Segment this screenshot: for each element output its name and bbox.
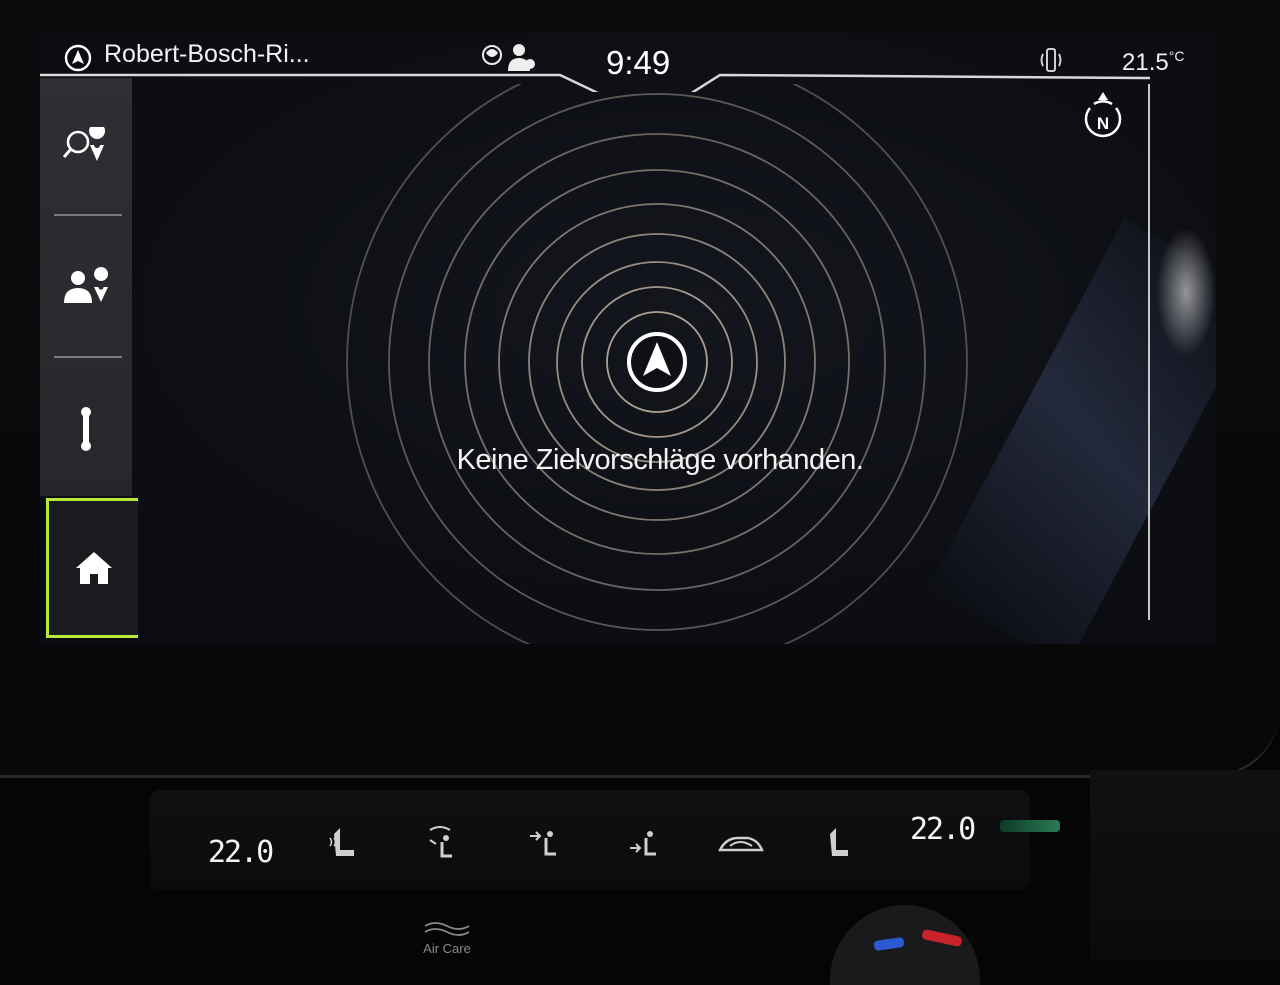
status-icons bbox=[480, 41, 540, 75]
temperature-knob[interactable] bbox=[830, 905, 980, 985]
user-profile-icon bbox=[508, 44, 535, 71]
status-led bbox=[1000, 820, 1060, 832]
outside-temperature-value: 21.5 bbox=[1122, 49, 1169, 76]
no-suggestions-message: Keine Zielvorschläge vorhanden. bbox=[456, 444, 864, 476]
search-destination-icon bbox=[62, 127, 105, 161]
airflow-lower-icon bbox=[630, 831, 656, 856]
car-recirculation-icon bbox=[718, 836, 764, 852]
seat-heating-icon bbox=[329, 828, 354, 856]
home-button[interactable] bbox=[46, 498, 138, 638]
outside-temperature-unit: °C bbox=[1168, 48, 1185, 64]
search-destination-button[interactable] bbox=[40, 78, 132, 216]
sidebar-divider bbox=[54, 356, 122, 358]
seat-heating-right-button[interactable] bbox=[816, 820, 866, 870]
airflow-lower-button[interactable] bbox=[618, 820, 668, 870]
status-bar: Robert-Bosch-Ri... 9:49 21.5°C bbox=[40, 32, 1216, 92]
globe-icon bbox=[482, 45, 502, 65]
air-care-icon bbox=[424, 922, 470, 936]
right-temperature[interactable]: 22.0 bbox=[910, 812, 976, 847]
seat-heating-left-button[interactable] bbox=[318, 820, 368, 870]
compass-label: N bbox=[1097, 114, 1109, 133]
airflow-upper-button[interactable] bbox=[518, 820, 568, 870]
air-care-button[interactable]: Air Care bbox=[415, 920, 479, 956]
position-rings bbox=[346, 84, 968, 644]
navigation-arrow-icon bbox=[64, 44, 92, 72]
climate-panel: 22.0 22.0 bbox=[150, 790, 1030, 890]
air-care-label: Air Care bbox=[423, 941, 471, 956]
air-recirculation-button[interactable] bbox=[716, 820, 766, 870]
airflow-windshield-icon bbox=[429, 826, 452, 858]
current-location-label: Robert-Bosch-Ri... bbox=[104, 40, 310, 68]
screen-glare-highlight bbox=[1156, 227, 1216, 357]
infotainment-screen: Robert-Bosch-Ri... 9:49 21.5°C N Keine Z… bbox=[40, 32, 1216, 644]
contact-destination-button[interactable] bbox=[40, 218, 132, 356]
windshield-defrost-button[interactable] bbox=[416, 820, 466, 870]
route-button[interactable] bbox=[40, 360, 132, 498]
wireless-charging-icon bbox=[1040, 46, 1062, 74]
outside-temperature: 21.5°C bbox=[1122, 48, 1184, 77]
home-icon bbox=[75, 552, 112, 584]
seat-heating-right-icon bbox=[830, 828, 848, 856]
route-icon bbox=[81, 407, 91, 451]
nav-sidebar bbox=[40, 78, 132, 496]
clock: 9:49 bbox=[606, 44, 671, 81]
contact-destination-icon bbox=[64, 267, 109, 303]
airflow-upper-icon bbox=[530, 831, 556, 856]
current-position-icon bbox=[627, 332, 687, 392]
knob-hot-marker bbox=[921, 928, 963, 948]
knob-cold-marker bbox=[873, 936, 905, 952]
screen-right-divider bbox=[1148, 84, 1150, 620]
dashboard-trim bbox=[1090, 770, 1280, 960]
left-temperature[interactable]: 22.0 bbox=[208, 835, 274, 870]
compass-north-icon[interactable]: N bbox=[1080, 90, 1126, 146]
sidebar-divider bbox=[54, 214, 122, 216]
